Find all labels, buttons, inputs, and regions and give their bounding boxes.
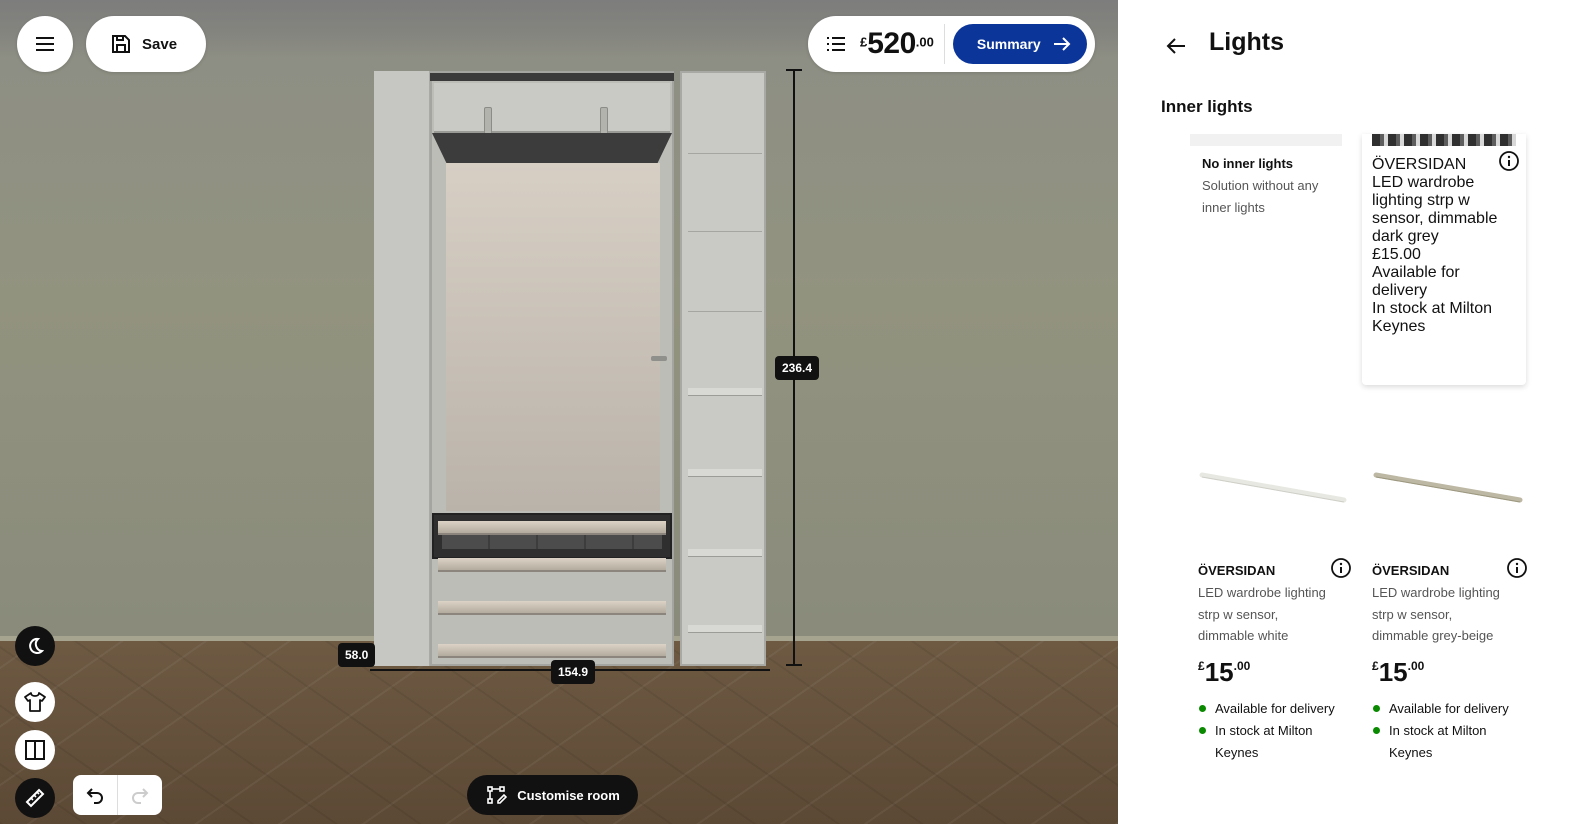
price-decimals: .00 — [1233, 658, 1251, 673]
shelf — [688, 469, 762, 477]
price-amount: 15 — [1378, 656, 1408, 687]
customise-room-label: Customise room — [517, 787, 620, 803]
arrow-right-icon — [1053, 37, 1071, 51]
status-dot — [1373, 726, 1380, 734]
ruler-icon — [25, 788, 45, 808]
price-amount: 15 — [1380, 246, 1399, 263]
price-currency: £ — [1372, 658, 1379, 673]
total-decimals: .00 — [915, 34, 934, 50]
summary-label: Summary — [976, 36, 1041, 52]
panel-title: Lights — [1209, 28, 1284, 56]
status-dot — [1199, 704, 1206, 712]
shelf — [688, 625, 762, 633]
undo-redo-group — [73, 775, 162, 815]
customise-room-button[interactable]: Customise room — [467, 775, 638, 815]
wardrobe-hook — [651, 356, 667, 361]
price-currency: £ — [1372, 246, 1381, 263]
undo-button[interactable] — [73, 775, 117, 815]
wardrobe-drawer — [438, 521, 666, 535]
redo-icon — [132, 788, 149, 804]
measure-button[interactable] — [15, 778, 55, 818]
option-price: £15.00 — [1198, 657, 1338, 688]
status-dot — [1199, 726, 1206, 734]
room-edit-icon — [487, 786, 508, 804]
list-icon[interactable] — [826, 36, 846, 52]
option-description: LED wardrobe lighting strp w sensor, dim… — [1372, 585, 1500, 643]
wardrobe-left-panel — [374, 71, 430, 666]
wardrobe-top-compartment — [434, 83, 670, 139]
option-image — [1199, 472, 1347, 503]
shelf — [688, 388, 762, 396]
option-price: £15.00 — [1372, 657, 1512, 688]
theme-toggle-button[interactable] — [15, 626, 55, 666]
moon-icon — [29, 637, 44, 654]
depth-dimension-label: 58.0 — [338, 643, 376, 667]
save-label: Save — [142, 35, 178, 53]
status-dot — [1373, 704, 1380, 712]
price-amount: 15 — [1204, 656, 1234, 687]
dimension-tick — [786, 664, 802, 666]
option-image — [1190, 134, 1342, 146]
wardrobe-rail-band — [432, 133, 672, 163]
option-description: Solution without any inner lights — [1202, 178, 1319, 215]
summary-button[interactable]: Summary — [952, 24, 1087, 64]
wardrobe-drawer — [438, 644, 666, 658]
arrow-left-icon — [1166, 38, 1185, 54]
price-decimals: .00 — [1398, 246, 1421, 263]
wardrobe-light-strip — [430, 73, 674, 81]
divider — [943, 24, 945, 64]
availability-delivery: Available for delivery — [1389, 700, 1509, 716]
back-button[interactable] — [1162, 32, 1190, 60]
menu-button[interactable] — [17, 16, 73, 72]
availability-store: In stock at Milton Keynes — [1389, 722, 1487, 760]
width-dimension-label: 154.9 — [551, 660, 596, 684]
dimension-tick — [786, 69, 802, 71]
availability-store: In stock at Milton Keynes — [1215, 722, 1313, 760]
total-amount: 520 — [867, 27, 916, 60]
option-name: ÖVERSIDAN — [1198, 563, 1276, 578]
option-name: ÖVERSIDAN — [1372, 563, 1450, 578]
wardrobe-doors-icon — [25, 740, 45, 760]
availability-list: Available for delivery In stock at Milto… — [1372, 264, 1512, 336]
option-image — [1373, 472, 1523, 503]
availability-list: Available for delivery In stock at Milto… — [1198, 698, 1338, 764]
wardrobe-back-panel — [446, 163, 660, 511]
option-description: LED wardrobe lighting strp w sensor, dim… — [1372, 174, 1498, 245]
save-button[interactable]: Save — [86, 16, 206, 72]
total-price: £520.00 — [860, 27, 934, 61]
price-currency: £ — [1198, 658, 1205, 673]
options-panel: Lights Inner lights No inner lights Solu… — [1118, 0, 1585, 824]
availability-store: In stock at Milton Keynes — [1372, 300, 1493, 335]
price-summary-bar: £520.00 Summary — [808, 16, 1095, 72]
availability-delivery: Available for delivery — [1372, 264, 1460, 299]
option-description: LED wardrobe lighting strp w sensor, dim… — [1198, 585, 1326, 643]
option-image — [1372, 134, 1516, 146]
undo-icon — [86, 788, 103, 804]
menu-icon — [36, 37, 54, 51]
doors-button[interactable] — [15, 730, 55, 770]
option-name: No inner lights — [1202, 156, 1293, 171]
option-card-dark-grey[interactable]: ÖVERSIDAN LED wardrobe lighting strp w s… — [1362, 134, 1526, 385]
wardrobe-right-section — [680, 71, 766, 666]
floppy-disk-icon — [112, 35, 130, 53]
availability-delivery: Available for delivery — [1215, 700, 1335, 716]
height-dimension-label: 236.4 — [775, 356, 820, 380]
style-button[interactable] — [15, 682, 55, 722]
option-name: ÖVERSIDAN — [1372, 156, 1467, 173]
price-decimals: .00 — [1407, 658, 1425, 673]
wardrobe-model[interactable] — [374, 71, 766, 666]
planner-viewport[interactable]: 236.4 154.9 58.0 Save £520.00 Summary Cu… — [0, 0, 1118, 824]
wardrobe-drawer — [438, 601, 666, 615]
option-price: £15.00 — [1372, 246, 1512, 264]
section-title: Inner lights — [1161, 97, 1253, 116]
shelf — [688, 549, 762, 557]
wardrobe-drawer — [438, 558, 666, 572]
wardrobe-basket — [432, 513, 672, 559]
availability-list: Available for delivery In stock at Milto… — [1372, 698, 1512, 764]
redo-button[interactable] — [117, 775, 162, 815]
shirt-icon — [24, 692, 46, 712]
